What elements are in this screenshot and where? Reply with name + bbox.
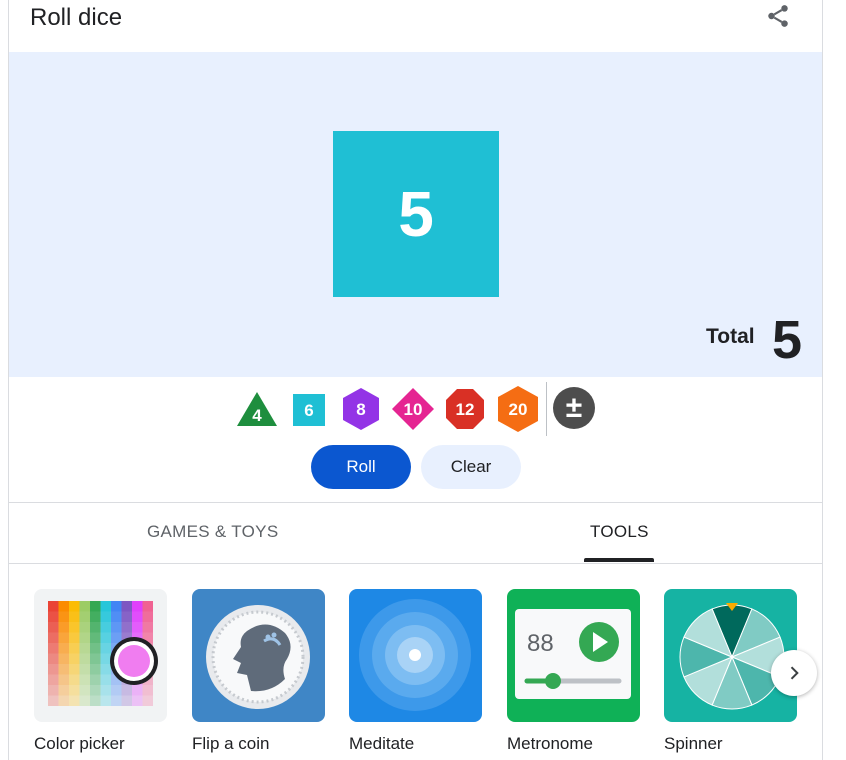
page-title: Roll dice (30, 4, 123, 31)
d20-label: 20 (509, 400, 528, 419)
tabs-bottom-divider (9, 563, 822, 564)
meditate-tile[interactable] (349, 589, 482, 722)
tab-games-and-toys[interactable]: GAMES & TOYS (147, 522, 278, 542)
d12-button[interactable]: 12 (441, 382, 489, 438)
metronome-label[interactable]: Metronome (507, 734, 593, 754)
color-picker-tile[interactable] (34, 589, 167, 722)
rolled-die[interactable]: 5 (333, 131, 499, 297)
plus-minus-button[interactable]: ± (553, 387, 595, 429)
color-picker-icon (48, 601, 158, 706)
clear-button[interactable]: Clear (421, 445, 521, 489)
d8-button[interactable]: 8 (337, 382, 385, 438)
meditate-icon (359, 599, 471, 711)
tab-tools[interactable]: TOOLS (590, 522, 649, 542)
d20-button[interactable]: 20 (494, 382, 542, 438)
d6-button[interactable]: 6 (285, 382, 333, 438)
color-picker-label[interactable]: Color picker (34, 734, 125, 754)
meditate-label[interactable]: Meditate (349, 734, 414, 754)
tabs-top-divider (9, 502, 822, 503)
spinner-label[interactable]: Spinner (664, 734, 723, 754)
flip-coin-tile[interactable] (192, 589, 325, 722)
carousel-next-button[interactable] (771, 650, 817, 696)
chevron-right-icon (790, 666, 799, 680)
dice-selector: 4 6 8 10 12 20 (9, 382, 822, 438)
roll-dice-card: Roll dice 5 Total 5 4 6 8 10 12 20 ± Rol… (8, 0, 823, 760)
d8-label: 8 (356, 400, 365, 419)
share-icon[interactable] (765, 3, 791, 29)
metronome-bpm: 88 (527, 630, 554, 657)
coin-icon (206, 605, 310, 709)
roll-button[interactable]: Roll (311, 445, 411, 489)
d6-label: 6 (304, 401, 313, 420)
dice-separator (546, 382, 547, 436)
total-label: Total (706, 325, 755, 348)
d10-button[interactable]: 10 (389, 382, 437, 438)
tab-selected-indicator (584, 558, 654, 562)
flip-coin-label[interactable]: Flip a coin (192, 734, 269, 754)
d4-label: 4 (252, 406, 262, 425)
dice-stage: 5 Total 5 (9, 52, 822, 377)
metronome-tile[interactable]: 88 (507, 589, 640, 722)
metronome-icon: 88 (515, 609, 631, 699)
d4-button[interactable]: 4 (233, 382, 281, 438)
total-value: 5 (772, 310, 803, 370)
d10-label: 10 (404, 400, 423, 419)
d12-label: 12 (456, 400, 475, 419)
